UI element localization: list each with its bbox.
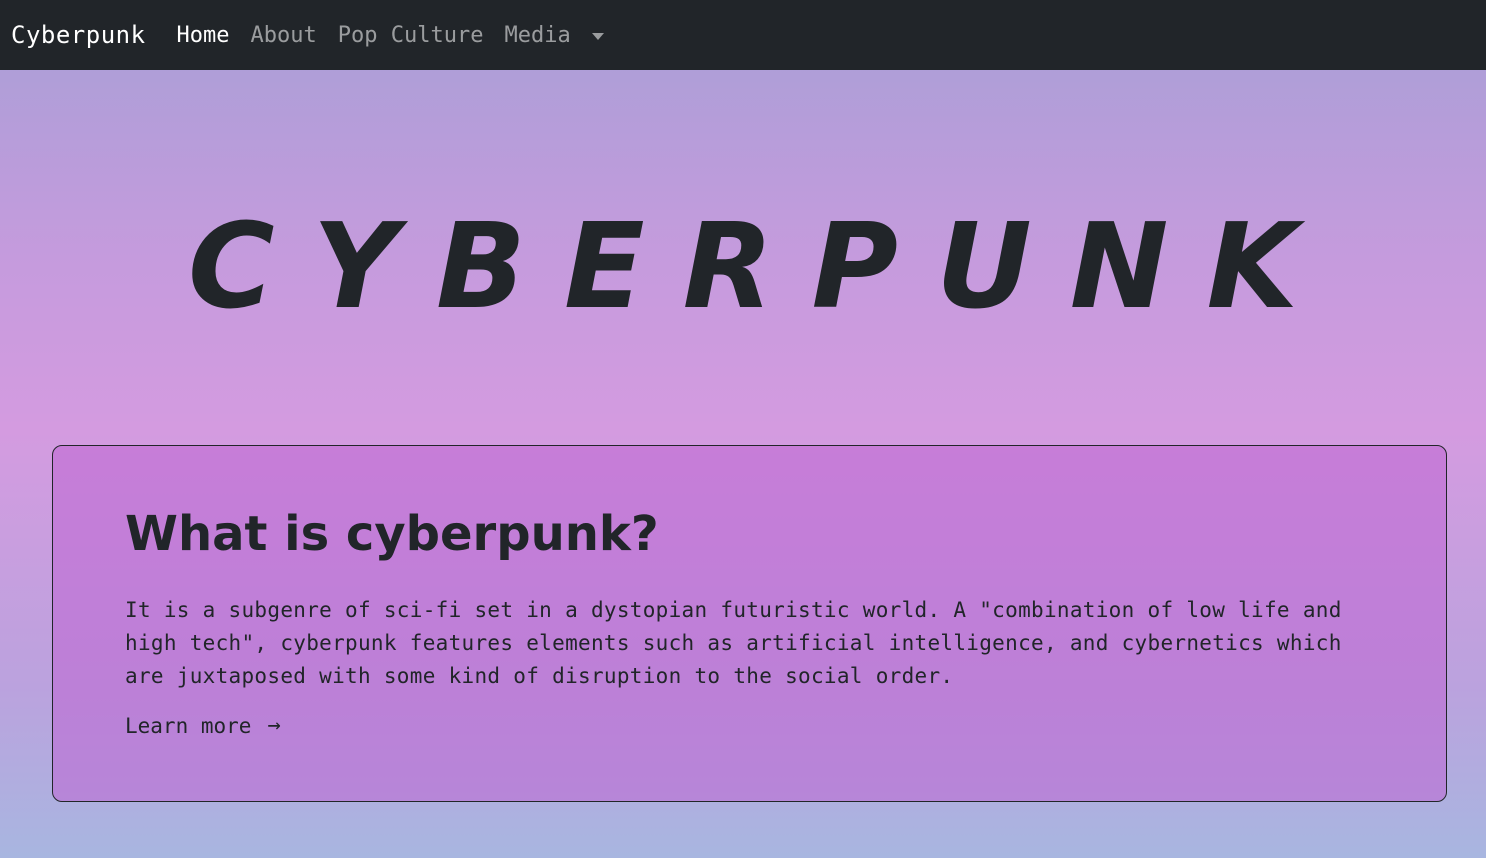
nav-home-link[interactable]: Home (177, 23, 230, 48)
learn-more-link[interactable]: Learn more → (125, 713, 281, 738)
brand-link[interactable]: Cyberpunk (11, 21, 146, 49)
nav-about-link[interactable]: About (251, 23, 317, 48)
card-body-text: It is a subgenre of sci-fi set in a dyst… (125, 598, 1342, 688)
arrow-right-icon: → (267, 713, 281, 738)
caret-down-icon[interactable] (591, 32, 604, 40)
nav-pop-culture-link[interactable]: Pop Culture (338, 23, 484, 48)
top-navbar: Cyberpunk Home About Pop Culture Media (0, 0, 1486, 70)
card-heading: What is cyberpunk? (125, 506, 659, 562)
nav-media-dropdown[interactable]: Media (504, 23, 570, 48)
intro-card: What is cyberpunk? It is a subgenre of s… (52, 445, 1447, 802)
learn-more-label: Learn more (125, 713, 252, 738)
hero-title: CYBERPUNK (188, 197, 1336, 335)
